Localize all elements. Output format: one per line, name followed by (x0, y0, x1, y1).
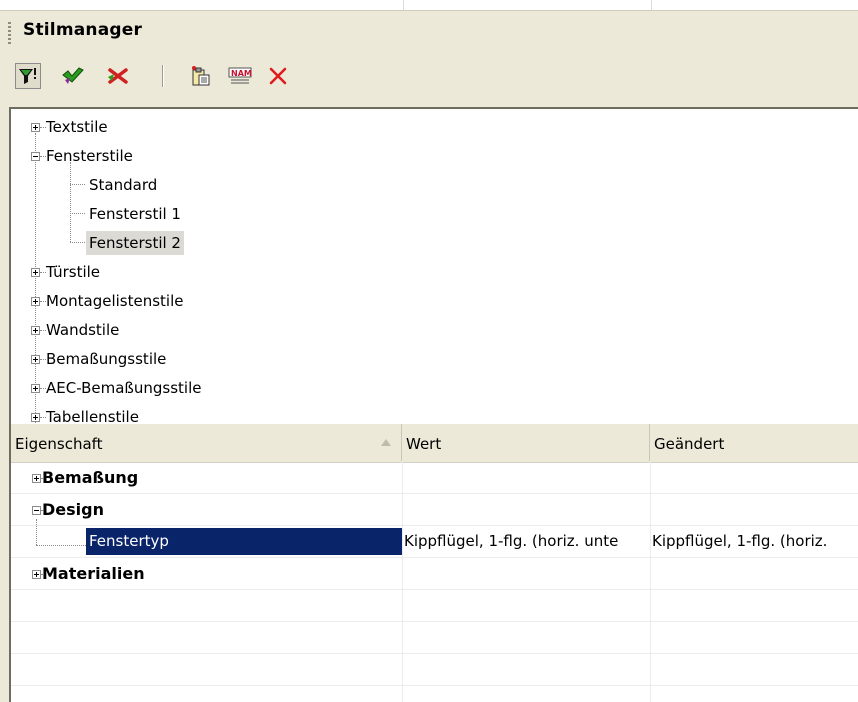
property-changed (650, 462, 858, 493)
column-header-geaendert[interactable]: Geändert (650, 424, 858, 461)
clipboard-icon (192, 66, 210, 86)
name-button[interactable]: NAM (227, 63, 253, 89)
uncheck-red-icon (108, 68, 128, 84)
tree-line (70, 213, 85, 214)
tree-item-tabellenstile[interactable]: Tabellenstile (43, 405, 142, 424)
property-grid-header: Eigenschaft Wert Geändert (11, 424, 858, 463)
tree-item-standard[interactable]: Standard (86, 173, 160, 197)
tree-item-wandstile[interactable]: Wandstile (43, 318, 122, 342)
expand-icon[interactable] (31, 384, 40, 393)
toolbar-separator (162, 65, 163, 87)
empty-row (11, 686, 858, 702)
property-name: Fenstertyp (86, 528, 402, 555)
expand-icon[interactable] (31, 326, 40, 335)
tree-item-fensterstile[interactable]: Fensterstile (43, 144, 136, 168)
check-green-icon (62, 67, 84, 84)
tree-item-fensterstil-1[interactable]: Fensterstil 1 (86, 202, 184, 226)
tree-line (70, 184, 85, 185)
delete-x-icon (269, 67, 287, 85)
column-divider (651, 0, 652, 10)
tree-item-textstile[interactable]: Textstile (43, 115, 111, 139)
style-tree[interactable]: Textstile Fensterstile Standard Fensters… (9, 107, 858, 424)
property-row[interactable]: Bemaßung (11, 462, 858, 494)
empty-row (11, 654, 858, 686)
name-icon: NAM (228, 67, 252, 84)
tree-item-tuerstile[interactable]: Türstile (43, 260, 103, 284)
expand-icon[interactable] (31, 268, 40, 277)
property-value[interactable] (402, 462, 650, 493)
sort-ascending-icon (381, 439, 391, 446)
toolbar: NAM (0, 56, 858, 98)
property-row[interactable]: Materialien (11, 558, 858, 590)
empty-row (11, 590, 858, 622)
expand-icon[interactable] (32, 570, 41, 579)
delete-button[interactable] (265, 63, 291, 89)
collapse-icon[interactable] (31, 152, 40, 161)
property-changed (650, 558, 858, 589)
property-row-selected[interactable]: Fenstertyp Kippflügel, 1-flg. (horiz. un… (11, 526, 858, 558)
panel-title-bar: Stilmanager (0, 11, 858, 53)
property-changed: Kippflügel, 1-flg. (horiz. (650, 526, 858, 557)
property-changed (650, 494, 858, 525)
property-value[interactable] (402, 494, 650, 525)
tree-item-montagelistenstile[interactable]: Montagelistenstile (43, 289, 186, 313)
collapse-icon[interactable] (32, 506, 41, 515)
tree-line (70, 162, 71, 242)
column-header-eigenschaft[interactable]: Eigenschaft (11, 424, 402, 461)
expand-icon[interactable] (31, 297, 40, 306)
property-group-name: Materialien (42, 564, 145, 583)
drag-grip-icon[interactable] (8, 22, 11, 46)
expand-icon[interactable] (32, 474, 41, 483)
panel-title: Stilmanager (23, 20, 143, 40)
property-value[interactable]: Kippflügel, 1-flg. (horiz. unte (402, 526, 650, 557)
filter-button[interactable] (15, 63, 41, 89)
property-group-name: Design (42, 500, 104, 519)
expand-icon[interactable] (31, 355, 40, 364)
expand-icon[interactable] (31, 413, 40, 422)
property-grid[interactable]: Eigenschaft Wert Geändert Bemaßung Desig… (9, 424, 858, 702)
tree-line (35, 133, 36, 424)
expand-icon[interactable] (31, 123, 40, 132)
check-all-button[interactable] (60, 63, 86, 89)
column-divider (403, 0, 404, 10)
uncheck-all-button[interactable] (105, 63, 131, 89)
empty-row (11, 622, 858, 654)
tree-item-fensterstil-2[interactable]: Fensterstil 2 (86, 231, 184, 255)
column-header-wert[interactable]: Wert (402, 424, 650, 461)
property-value[interactable] (402, 558, 650, 589)
tree-line (70, 242, 85, 243)
property-row[interactable]: Design (11, 494, 858, 526)
tree-item-bemassungsstile[interactable]: Bemaßungsstile (43, 347, 169, 371)
svg-text:NAM: NAM (231, 69, 252, 78)
top-strip (0, 0, 858, 11)
filter-icon (19, 68, 36, 84)
paste-button[interactable] (187, 63, 213, 89)
property-group-name: Bemaßung (42, 468, 139, 487)
tree-item-aec-bemassungsstile[interactable]: AEC-Bemaßungsstile (43, 376, 204, 400)
